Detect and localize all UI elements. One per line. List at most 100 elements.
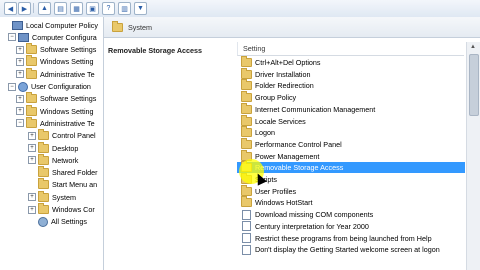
user-icon — [18, 81, 28, 92]
gear-icon — [38, 216, 48, 227]
setting-folder-row[interactable]: User Profiles — [237, 184, 465, 197]
setting-folder-row[interactable]: Folder Redirection — [237, 79, 465, 91]
collapse-icon[interactable]: − — [8, 82, 16, 91]
expand-icon[interactable]: + — [28, 131, 36, 140]
tree-item[interactable]: + System — [28, 190, 76, 203]
setting-label: Locale Services — [255, 116, 306, 126]
content-header-title: System — [128, 23, 152, 32]
folder-icon — [241, 91, 252, 103]
folder-icon — [112, 21, 123, 32]
setting-label: Removable Storage Access — [255, 163, 344, 173]
tree-item[interactable]: + Windows Setting — [16, 55, 94, 68]
collapse-icon[interactable]: − — [8, 33, 16, 42]
expand-icon[interactable]: + — [16, 70, 24, 79]
expand-icon[interactable]: + — [16, 45, 24, 54]
filter-button[interactable]: ▼ — [134, 2, 147, 15]
setting-folder-row[interactable]: Locale Services — [237, 114, 465, 127]
collapse-icon[interactable]: − — [16, 119, 24, 128]
tree-item[interactable]: + Software Settings — [16, 43, 97, 56]
show-hide-tree-button[interactable]: ▤ — [54, 2, 67, 15]
tree-item[interactable]: Start Menu an — [28, 178, 97, 191]
expand-icon[interactable]: + — [28, 193, 36, 202]
setting-label: Logon — [255, 128, 275, 138]
setting-folder-row[interactable]: Power Management — [237, 149, 465, 162]
setting-folder-row[interactable]: Performance Control Panel — [237, 137, 465, 150]
expand-icon[interactable]: + — [16, 57, 24, 66]
expand-icon[interactable]: + — [28, 205, 36, 214]
expand-icon[interactable]: + — [28, 144, 36, 152]
tree-item[interactable]: − Administrative Te — [16, 116, 95, 129]
selected-setting-title: Removable Storage Access — [108, 46, 203, 55]
setting-column-header[interactable]: Setting — [237, 42, 464, 56]
back-button[interactable]: ◀ — [4, 2, 17, 15]
up-folder-button[interactable]: ▲ — [38, 2, 51, 15]
folder-icon — [241, 184, 252, 196]
help-button[interactable]: ? — [102, 2, 115, 15]
folder-icon — [26, 55, 37, 67]
folder-icon — [26, 43, 37, 55]
setting-folder-row[interactable]: Windows HotStart — [237, 196, 465, 208]
policy-document-icon — [242, 233, 251, 243]
setting-policy-row[interactable]: Century interpretation for Year 2000 — [237, 221, 465, 232]
setting-policy-row[interactable]: Restrict these programs from being launc… — [237, 233, 465, 244]
setting-label: Ctrl+Alt+Del Options — [255, 58, 321, 67]
content-header: System — [104, 17, 480, 38]
folder-icon — [241, 102, 252, 114]
setting-folder-row[interactable]: Scripts — [237, 173, 465, 185]
tree-item-label: Software Settings — [40, 94, 97, 104]
setting-policy-row[interactable]: Don't display the Getting Started welcom… — [237, 244, 465, 255]
folder-icon — [26, 67, 37, 79]
pc-icon — [12, 20, 23, 30]
setting-label: Download missing COM components — [255, 210, 374, 220]
tree-item[interactable]: + Administrative Te — [16, 67, 95, 80]
setting-folder-row[interactable]: Internet Communication Management — [237, 102, 465, 115]
tree-item[interactable]: − User Configuration — [8, 81, 91, 93]
pc-icon — [18, 32, 29, 42]
vertical-scrollbar[interactable]: ▲ — [466, 42, 480, 270]
tree-item[interactable]: + Network — [28, 153, 78, 166]
tree-item-label: All Settings — [51, 217, 87, 227]
tree-item-label: Software Settings — [40, 45, 97, 55]
expand-icon[interactable]: + — [28, 156, 36, 165]
tree-item[interactable]: Shared Folder — [28, 166, 98, 179]
tree-item-label: Administrative Te — [40, 118, 95, 128]
setting-folder-row[interactable]: Ctrl+Alt+Del Options — [237, 56, 465, 68]
toolbar-separator — [33, 3, 34, 13]
tree-item-label: User Configuration — [31, 82, 91, 91]
tree-item[interactable]: + Desktop — [28, 141, 78, 154]
setting-label: Century interpretation for Year 2000 — [255, 221, 369, 231]
tree-item[interactable]: + Windows Cor — [28, 203, 95, 216]
setting-label: Restrict these programs from being launc… — [255, 233, 432, 243]
tree-item[interactable]: + Windows Setting — [16, 104, 94, 117]
scroll-up-icon[interactable]: ▲ — [469, 44, 477, 50]
setting-label: Windows HotStart — [255, 198, 313, 208]
folder-icon — [26, 116, 37, 128]
expand-icon[interactable]: + — [16, 107, 24, 116]
folder-icon — [241, 56, 252, 67]
setting-label: Internet Communication Management — [255, 104, 376, 114]
tree-item[interactable]: + Software Settings — [16, 92, 97, 105]
tree-item[interactable]: − Computer Configura — [8, 31, 97, 43]
setting-folder-row[interactable]: Logon — [237, 126, 465, 138]
folder-icon — [241, 67, 252, 79]
tree-item[interactable]: Local Computer Policy — [2, 19, 98, 31]
folder-icon — [38, 190, 49, 202]
setting-label: Driver Installation — [255, 69, 311, 79]
forward-button[interactable]: ▶ — [18, 2, 31, 15]
tree-item[interactable]: + Control Panel — [28, 129, 96, 142]
folder-icon — [38, 178, 49, 190]
setting-folder-row[interactable]: Driver Installation — [237, 67, 465, 80]
folder-icon — [38, 141, 49, 153]
setting-policy-row[interactable]: Download missing COM components — [237, 209, 465, 220]
export-list-button[interactable]: ▣ — [86, 2, 99, 15]
scroll-thumb[interactable] — [469, 54, 479, 116]
tree-item-label: Computer Configura — [32, 32, 97, 42]
details-button[interactable]: ▥ — [118, 2, 131, 15]
tree-item[interactable]: All Settings — [28, 216, 87, 228]
tree-item-label: Windows Cor — [52, 205, 95, 214]
setting-folder-row[interactable]: Removable Storage Access — [237, 161, 465, 174]
folder-icon — [241, 114, 252, 126]
properties-button[interactable]: ▦ — [70, 2, 83, 15]
setting-folder-row[interactable]: Group Policy — [237, 91, 465, 103]
expand-icon[interactable]: + — [16, 94, 24, 103]
